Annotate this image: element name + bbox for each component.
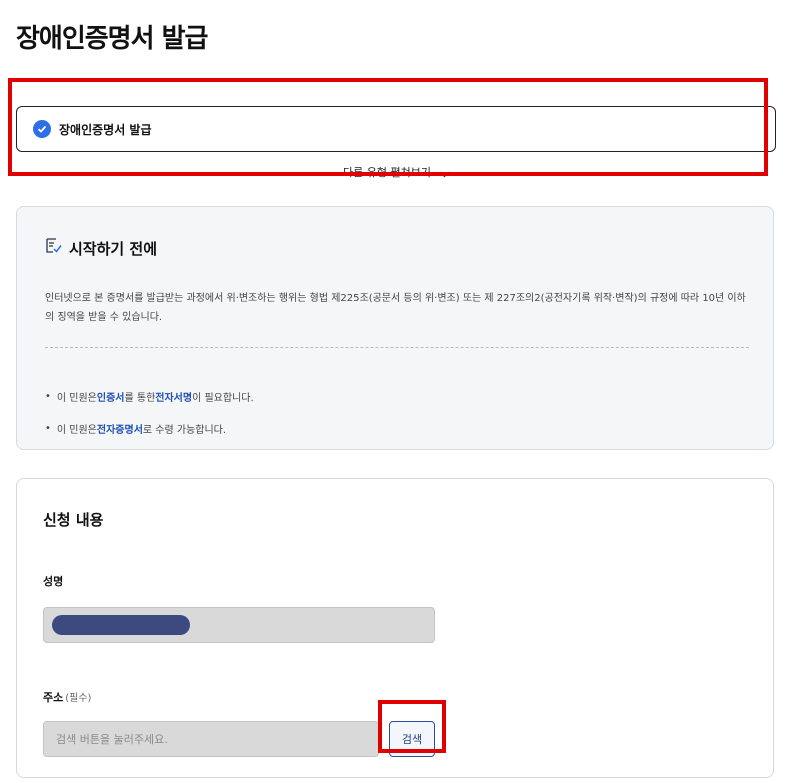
type-option-selected[interactable]: 장애인증명서 발급: [16, 106, 776, 152]
address-search-button[interactable]: 검색: [389, 721, 435, 757]
notice-e-certificate: • 이 민원은 전자증명서 로 수령 가능합니다.: [45, 421, 226, 436]
bullet-icon: •: [45, 391, 51, 402]
divider: [45, 347, 749, 348]
chevron-down-icon: [439, 163, 450, 182]
expand-types-label: 다른 유형 펼쳐보기: [343, 166, 431, 179]
notice-emphasis: 전자증명서: [96, 425, 143, 436]
name-label: 성명: [43, 575, 64, 588]
application-title: 신청 내용: [43, 511, 104, 529]
before-start-panel: 시작하기 전에 인터넷으로 본 증명서를 발급받는 과정에서 위·변조하는 행위…: [16, 206, 774, 450]
notice-text: 이 민원은: [56, 425, 97, 436]
checklist-icon: [45, 237, 63, 259]
address-field[interactable]: [43, 721, 379, 757]
notice-text: 이 필요합니다.: [192, 393, 254, 404]
notice-text: 이 민원은: [56, 393, 97, 404]
before-start-description: 인터넷으로 본 증명서를 발급받는 과정에서 위·변조하는 행위는 형법 제22…: [45, 293, 746, 323]
type-option-label: 장애인증명서 발급: [59, 122, 152, 137]
address-label-text: 주소: [43, 691, 64, 704]
address-label: 주소 (필수): [43, 689, 91, 705]
application-panel: 신청 내용 성명 주소 (필수) 검색: [16, 478, 774, 778]
page-title: 장애인증명서 발급: [16, 24, 208, 54]
notice-text: 로 수령 가능합니다.: [142, 425, 227, 436]
notice-emphasis: 전자서명: [155, 393, 193, 404]
masked-name: [52, 615, 190, 635]
notice-emphasis: 인증서: [96, 393, 125, 404]
notice-certificate: • 이 민원은 인증서 를 통한 전자서명 이 필요합니다.: [45, 389, 254, 404]
address-required-hint: (필수): [65, 693, 92, 704]
expand-types-button[interactable]: 다른 유형 펼쳐보기: [24, 154, 769, 190]
main-frame: 장애인증명서 발급 장애인증명서 발급 다른 유형 펼쳐보기 시작하기 전에 인…: [14, 14, 776, 783]
before-start-title: 시작하기 전에: [69, 239, 158, 258]
notice-text: 를 통한: [124, 393, 156, 404]
bullet-icon: •: [45, 423, 51, 434]
check-circle-icon: [33, 120, 51, 138]
before-start-header: 시작하기 전에: [45, 237, 157, 259]
name-field[interactable]: [43, 607, 435, 643]
